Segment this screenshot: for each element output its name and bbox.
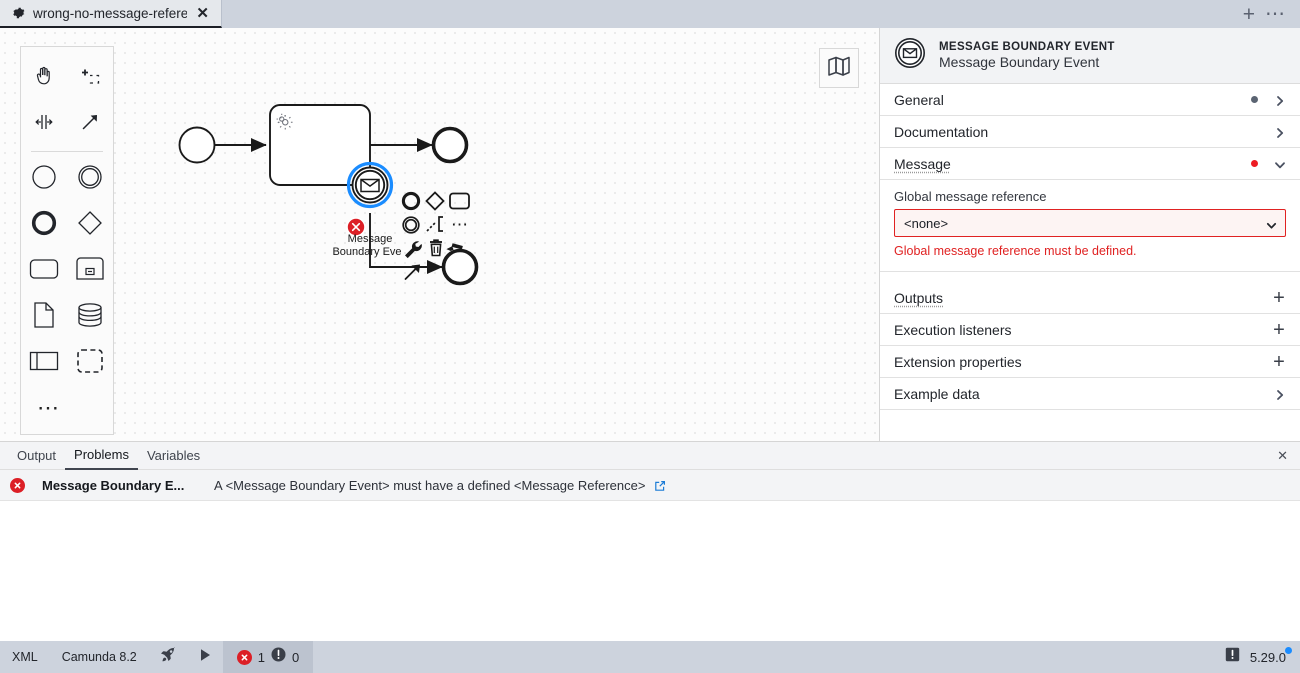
plus-icon[interactable]: +	[1272, 352, 1286, 372]
bpmn-canvas[interactable]: ⋯ Message Boundary Eve ⋯	[0, 28, 879, 441]
envelope-icon	[360, 178, 380, 193]
error-count: 1	[257, 649, 265, 665]
play-icon	[197, 647, 213, 668]
warning-circle-icon	[271, 647, 286, 667]
properties-group-example-data[interactable]: Example data	[880, 378, 1300, 410]
tab-bar: wrong-no-message-refere ✕ + ⋯	[0, 0, 1300, 28]
properties-group-extension-properties[interactable]: Extension properties +	[880, 346, 1300, 378]
tab-bar-spacer	[222, 0, 1243, 28]
problem-message: A <Message Boundary Event> must have a d…	[214, 477, 646, 493]
tab-bar-actions: + ⋯	[1243, 0, 1300, 28]
tab-label: Variables	[146, 448, 201, 463]
ellipsis-icon[interactable]: ⋯	[1265, 4, 1286, 24]
version-label[interactable]: 5.29.0	[1249, 646, 1300, 665]
tab-label: Output	[17, 448, 57, 463]
deploy-button[interactable]	[149, 641, 187, 673]
element-name: Message Boundary Event	[939, 54, 1100, 70]
properties-panel: MESSAGE BOUNDARY EVENT Message Boundary …	[879, 28, 1300, 441]
element-type: MESSAGE BOUNDARY EVENT	[939, 41, 1115, 53]
properties-group-documentation[interactable]: Documentation	[880, 116, 1300, 148]
problems-summary[interactable]: 1 0	[222, 641, 314, 673]
properties-group-message[interactable]: Message	[880, 148, 1300, 180]
bottom-panel: Output Problems Variables ✕ Message Boun…	[0, 441, 1300, 641]
close-icon[interactable]: ✕	[1277, 449, 1288, 462]
notification-icon	[1225, 647, 1240, 667]
trash-icon	[430, 239, 442, 257]
wrench-icon	[405, 241, 422, 259]
properties-group-general[interactable]: General	[880, 84, 1300, 116]
group-label: Outputs	[894, 289, 944, 306]
group-label: Execution listeners	[894, 321, 1012, 338]
message-boundary-event-icon	[894, 37, 926, 74]
status-dot-gray	[1251, 96, 1258, 103]
bpmn-diagram: Message Boundary Eve ⋯	[178, 104, 479, 286]
properties-header: MESSAGE BOUNDARY EVENT Message Boundary …	[880, 28, 1300, 84]
plus-icon[interactable]: +	[1272, 320, 1286, 340]
append-end-event	[401, 191, 421, 211]
append-intermediate-event	[402, 216, 420, 234]
append-task	[449, 192, 470, 210]
properties-group-execution-listeners[interactable]: Execution listeners +	[880, 314, 1300, 346]
append-gateway	[425, 191, 445, 211]
chevron-right-icon	[1274, 126, 1286, 138]
tab-label: Problems	[74, 447, 129, 462]
error-circle-icon	[10, 477, 25, 493]
chevron-right-icon	[1274, 94, 1286, 106]
gear-icon	[12, 6, 26, 20]
properties-spacer	[880, 272, 1300, 282]
rocket-icon	[159, 646, 177, 669]
group-label: Message	[894, 155, 951, 172]
plus-icon[interactable]: +	[1272, 288, 1286, 308]
problem-list-item[interactable]: Message Boundary E... A <Message Boundar…	[0, 470, 1300, 501]
version-text: 5.29.0	[1249, 649, 1286, 665]
bottom-panel-tabs: Output Problems Variables ✕	[0, 442, 1300, 470]
start-event	[178, 126, 216, 164]
chevron-down-icon	[1274, 158, 1286, 170]
end-event-bottom	[441, 248, 479, 286]
status-bar: XML Camunda 8.2 1 0 5.29.0	[0, 641, 1300, 673]
tab-variables[interactable]: Variables	[138, 442, 209, 470]
plus-icon[interactable]: +	[1243, 4, 1255, 25]
append-text-annotation	[426, 216, 443, 232]
select-wrapper: <none>	[894, 209, 1286, 237]
context-more-options: ⋯	[451, 215, 468, 234]
group-label: Extension properties	[894, 353, 1022, 370]
warning-count: 0	[292, 649, 300, 665]
global-message-reference-entry: Global message reference <none> Global m…	[880, 180, 1300, 272]
status-dot-red	[1251, 160, 1258, 167]
status-format[interactable]: XML	[0, 641, 50, 673]
end-event-top	[431, 126, 469, 164]
group-label: Example data	[894, 385, 980, 402]
tab-output[interactable]: Output	[8, 442, 65, 470]
boundary-event-label-line1: Message	[348, 233, 393, 245]
field-label: Global message reference	[894, 189, 1047, 204]
app-window: wrong-no-message-refere ✕ + ⋯ ⋯ Message …	[0, 0, 1300, 673]
boundary-event-label-line2: Boundary Eve	[332, 246, 401, 258]
error-circle-icon	[236, 649, 252, 665]
global-message-reference-select[interactable]: <none>	[894, 209, 1286, 237]
group-label: General	[894, 91, 944, 108]
close-icon[interactable]: ✕	[194, 6, 211, 21]
field-error-message: Global message reference must be defined…	[894, 244, 1137, 258]
chevron-right-icon	[1274, 388, 1286, 400]
service-task	[269, 104, 371, 186]
status-engine[interactable]: Camunda 8.2	[50, 641, 149, 673]
properties-group-outputs[interactable]: Outputs +	[880, 282, 1300, 314]
update-available-dot	[1285, 646, 1292, 654]
group-label: Documentation	[894, 123, 989, 140]
external-link-icon[interactable]	[654, 479, 666, 491]
properties-header-text: MESSAGE BOUNDARY EVENT Message Boundary …	[939, 41, 1115, 70]
notifications-button[interactable]	[1215, 641, 1250, 673]
problem-element-name: Message Boundary E...	[42, 477, 185, 493]
editor-tab[interactable]: wrong-no-message-refere ✕	[0, 0, 222, 28]
tab-problems[interactable]: Problems	[65, 442, 138, 470]
tab-title: wrong-no-message-refere	[33, 5, 188, 21]
run-button[interactable]	[187, 641, 223, 673]
